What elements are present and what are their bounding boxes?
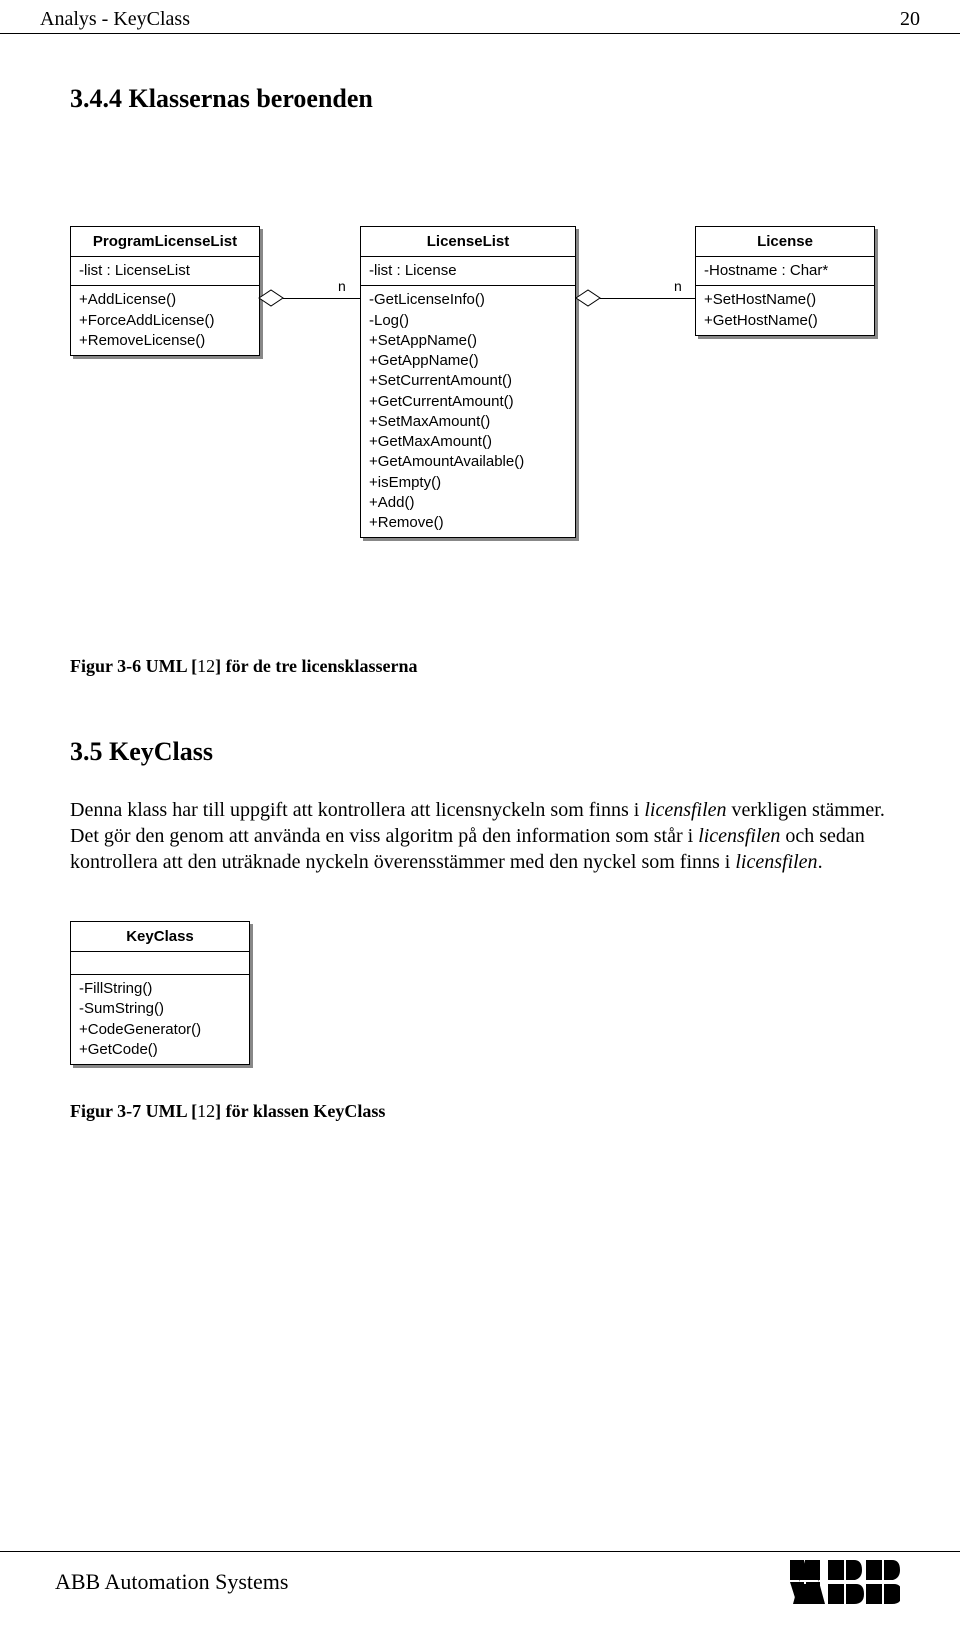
uml-line: +AddLicense(): [79, 290, 251, 310]
footer-text: ABB Automation Systems: [55, 1569, 288, 1595]
uml-class-license: License -Hostname : Char* +SetHostName()…: [695, 226, 875, 336]
body-paragraph: Denna klass har till uppgift att kontrol…: [70, 797, 910, 875]
uml-line: +SetMaxAmount(): [369, 412, 567, 432]
uml-line: +GetMaxAmount(): [369, 432, 567, 452]
uml-line: -Hostname : Char*: [704, 261, 866, 281]
uml-connector: [283, 298, 360, 299]
multiplicity-label: n: [338, 278, 346, 294]
section-heading-3-5: 3.5 KeyClass: [70, 737, 910, 767]
uml-line: +SetCurrentAmount(): [369, 371, 567, 391]
uml-line: +Remove(): [369, 513, 567, 533]
uml-operations: +AddLicense()+ForceAddLicense()+RemoveLi…: [71, 286, 259, 355]
uml-line: +SetHostName(): [704, 290, 866, 310]
uml-line: -list : License: [369, 261, 567, 281]
uml-line: +ForceAddLicense(): [79, 311, 251, 331]
content: 3.4.4 Klassernas beroenden ProgramLicens…: [0, 34, 960, 1122]
uml-line: -Log(): [369, 311, 567, 331]
page-footer: ABB Automation Systems: [0, 1551, 960, 1604]
uml-line: +GetCurrentAmount(): [369, 392, 567, 412]
uml-attributes: -list : License: [361, 257, 575, 286]
uml-class-keyclass: KeyClass -FillString()-SumString()+CodeG…: [70, 921, 250, 1065]
aggregation-diamond-icon: [576, 290, 600, 306]
uml-line: -list : LicenseList: [79, 261, 251, 281]
uml-line: +Add(): [369, 493, 567, 513]
uml-attributes: -Hostname : Char*: [696, 257, 874, 286]
uml-diagram-3-7: KeyClass -FillString()-SumString()+CodeG…: [70, 921, 290, 1191]
header-page-number: 20: [900, 8, 920, 31]
uml-class-licenselist: LicenseList -list : License -GetLicenseI…: [360, 226, 576, 538]
abb-logo-icon: [790, 1560, 900, 1604]
page-header: Analys - KeyClass 20: [0, 0, 960, 34]
para-italic: licensfilen: [644, 799, 726, 821]
uml-class-programlicenselist: ProgramLicenseList -list : LicenseList +…: [70, 226, 260, 356]
uml-line: +SetAppName(): [369, 331, 567, 351]
uml-line: +GetHostName(): [704, 311, 866, 331]
uml-line: +isEmpty(): [369, 473, 567, 493]
uml-attributes: -list : LicenseList: [71, 257, 259, 286]
section-heading-3-4-4: 3.4.4 Klassernas beroenden: [70, 84, 910, 114]
header-left: Analys - KeyClass: [40, 8, 190, 31]
figure-caption-3-6: Figur 3-6 UML [12] för de tre licensklas…: [70, 656, 910, 677]
uml-line: +GetAmountAvailable(): [369, 452, 567, 472]
para-text: Denna klass har till uppgift att kontrol…: [70, 799, 644, 821]
caption-prefix: Figur 3-6 UML: [70, 656, 191, 676]
uml-title: ProgramLicenseList: [71, 227, 259, 257]
uml-diagram-3-6: ProgramLicenseList -list : LicenseList +…: [70, 154, 910, 644]
para-italic: licensfilen: [735, 851, 817, 873]
uml-title: KeyClass: [71, 922, 249, 952]
uml-attributes-empty: [71, 952, 249, 975]
para-text: .: [818, 851, 823, 873]
uml-line: +RemoveLicense(): [79, 331, 251, 351]
uml-line: +GetAppName(): [369, 351, 567, 371]
page: Analys - KeyClass 20 3.4.4 Klassernas be…: [0, 0, 960, 1640]
para-italic: licensfilen: [698, 825, 780, 847]
uml-operations: -FillString()-SumString()+CodeGenerator(…: [71, 975, 249, 1064]
caption-ref-number: 12: [197, 656, 215, 676]
uml-title: License: [696, 227, 874, 257]
uml-operations: +SetHostName()+GetHostName(): [696, 286, 874, 335]
multiplicity-label: n: [674, 278, 682, 294]
uml-title: LicenseList: [361, 227, 575, 257]
uml-line: +CodeGenerator(): [79, 1020, 241, 1040]
uml-line: -SumString(): [79, 999, 241, 1019]
uml-line: +GetCode(): [79, 1040, 241, 1060]
uml-connector: [600, 298, 695, 299]
uml-line: -FillString(): [79, 979, 241, 999]
uml-line: -GetLicenseInfo(): [369, 290, 567, 310]
caption-suffix: för de tre licensklasserna: [221, 656, 417, 676]
uml-operations: -GetLicenseInfo()-Log()+SetAppName()+Get…: [361, 286, 575, 537]
aggregation-diamond-icon: [259, 290, 283, 306]
